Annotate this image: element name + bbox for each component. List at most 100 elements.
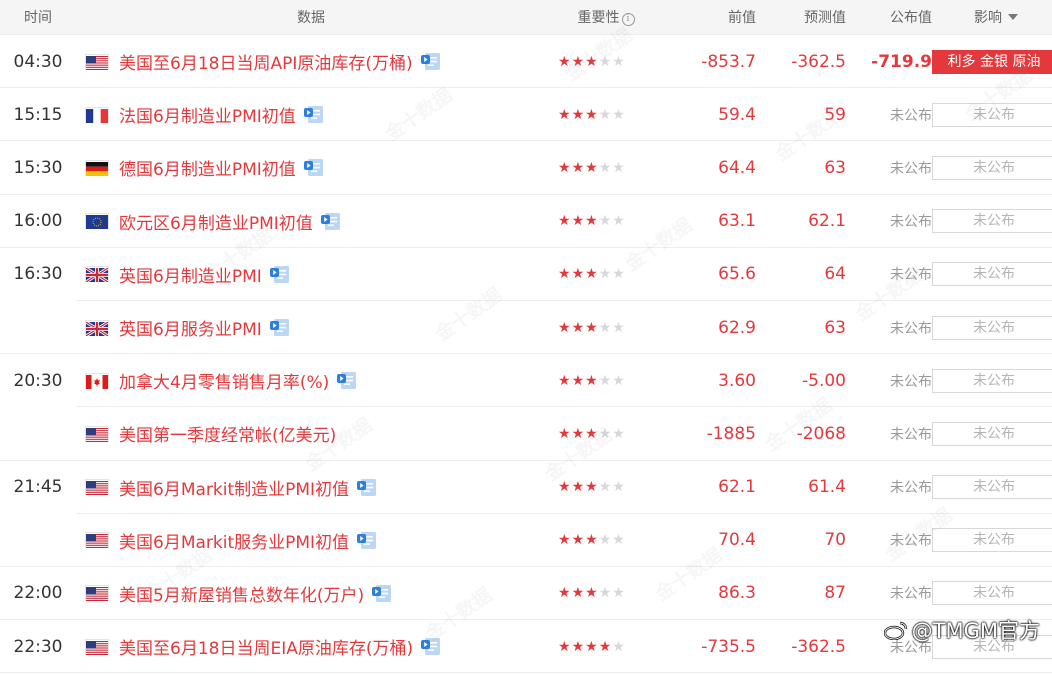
star-icon: ★ bbox=[612, 159, 625, 176]
event-title-link[interactable]: 美国至6月18日当周API原油库存(万桶) bbox=[119, 49, 413, 74]
data-chart-icon[interactable] bbox=[349, 531, 377, 550]
star-icon: ★ bbox=[571, 213, 585, 230]
previous-value: 62.1 bbox=[718, 477, 756, 498]
header-importance[interactable]: 重要性 i bbox=[546, 7, 666, 27]
event-title-link[interactable]: 美国6月Markit服务业PMI初值 bbox=[119, 528, 349, 553]
calendar-table-body: 04:30 美国至6月18日当周API原油库存(万桶) ★ ★ ★ ★ ★ -853.7 -36… bbox=[0, 35, 1052, 674]
importance-stars: ★ ★ ★ ★ ★ bbox=[546, 427, 666, 441]
event-title-link[interactable]: 美国至6月18日当周EIA原油库存(万桶) bbox=[119, 634, 413, 659]
forecast-value: 59 bbox=[824, 104, 846, 125]
forecast-value: 64 bbox=[824, 264, 846, 285]
header-effect-label: 影响 bbox=[974, 10, 1002, 26]
previous-value: 70.4 bbox=[718, 530, 756, 551]
previous-value: -853.7 bbox=[701, 51, 756, 72]
event-cell: 美国至6月18日当周EIA原油库存(万桶) bbox=[76, 634, 546, 659]
table-row[interactable]: 16:00 欧元区6月制造业PMI初值 ★ ★ ★ ★ ★ 63.1 62.1 未公布 未公布 bbox=[0, 195, 1052, 248]
info-icon[interactable]: i bbox=[621, 13, 635, 26]
event-time: 20:30 bbox=[13, 370, 63, 391]
star-icon: ★ bbox=[598, 372, 612, 389]
data-chart-icon[interactable] bbox=[262, 318, 290, 337]
data-chart-icon[interactable] bbox=[364, 584, 392, 603]
event-title-link[interactable]: 法国6月制造业PMI初值 bbox=[119, 102, 296, 127]
data-chart-icon[interactable] bbox=[413, 637, 441, 656]
star-icon: ★ bbox=[571, 266, 585, 283]
data-chart-icon[interactable] bbox=[413, 52, 441, 71]
importance-stars: ★ ★ ★ ★ ★ bbox=[546, 533, 666, 547]
actual-value: 未公布 bbox=[890, 320, 932, 337]
previous-value: 64.4 bbox=[718, 157, 756, 178]
flag-de-icon bbox=[86, 161, 108, 176]
star-icon: ★ bbox=[598, 213, 612, 230]
header-effect-filter[interactable]: 影响 bbox=[932, 7, 1052, 27]
star-icon: ★ bbox=[585, 106, 598, 123]
importance-stars: ★ ★ ★ ★ ★ bbox=[546, 108, 666, 122]
event-title-link[interactable]: 美国6月Markit制造业PMI初值 bbox=[119, 475, 349, 500]
event-cell: 德国6月制造业PMI初值 bbox=[76, 155, 546, 180]
row-divider bbox=[0, 672, 1052, 674]
forecast-value: -2068 bbox=[796, 423, 846, 444]
data-chart-icon[interactable] bbox=[296, 158, 324, 177]
event-title-link[interactable]: 欧元区6月制造业PMI初值 bbox=[119, 209, 313, 234]
star-icon: ★ bbox=[571, 479, 585, 496]
star-icon: ★ bbox=[558, 213, 571, 230]
event-title-link[interactable]: 美国5月新屋销售总数年化(万户) bbox=[119, 581, 364, 606]
effect-badge: 未公布 bbox=[932, 262, 1052, 287]
star-icon: ★ bbox=[585, 159, 598, 176]
event-title-link[interactable]: 英国6月制造业PMI bbox=[119, 262, 262, 287]
actual-value: 未公布 bbox=[890, 107, 932, 124]
star-icon: ★ bbox=[571, 585, 585, 602]
data-chart-icon[interactable] bbox=[329, 371, 357, 390]
star-icon: ★ bbox=[571, 372, 585, 389]
chevron-down-icon bbox=[1008, 14, 1018, 20]
star-icon: ★ bbox=[585, 638, 598, 655]
table-row[interactable]: 04:30 美国至6月18日当周API原油库存(万桶) ★ ★ ★ ★ ★ -853.7 -36… bbox=[0, 35, 1052, 89]
importance-stars: ★ ★ ★ ★ ★ bbox=[546, 480, 666, 494]
effect-badge: 未公布 bbox=[932, 368, 1052, 393]
star-icon: ★ bbox=[558, 319, 571, 336]
star-icon: ★ bbox=[598, 53, 612, 70]
star-icon: ★ bbox=[612, 479, 625, 496]
actual-value: 未公布 bbox=[890, 426, 932, 443]
table-row[interactable]: 20:30 加拿大4月零售销售月率(%) ★ ★ ★ ★ ★ 3.60 -5.00 未公布 未公布 bbox=[0, 354, 1052, 408]
header-previous: 前值 bbox=[728, 10, 756, 26]
event-title-link[interactable]: 美国第一季度经常帐(亿美元) bbox=[119, 421, 336, 446]
table-row[interactable]: 美国6月Markit服务业PMI初值 ★ ★ ★ ★ ★ 70.4 70 未公布 未公布 bbox=[0, 514, 1052, 567]
star-icon: ★ bbox=[598, 319, 612, 336]
star-icon: ★ bbox=[585, 372, 598, 389]
data-chart-icon[interactable] bbox=[313, 212, 341, 231]
star-icon: ★ bbox=[585, 585, 598, 602]
event-time: 15:15 bbox=[13, 104, 63, 125]
event-title-link[interactable]: 英国6月服务业PMI bbox=[119, 315, 262, 340]
data-chart-icon[interactable] bbox=[296, 105, 324, 124]
table-row[interactable]: 22:00 美国5月新屋销售总数年化(万户) ★ ★ ★ ★ ★ 86.3 87 未公布 未公布 bbox=[0, 567, 1052, 621]
event-cell: 英国6月制造业PMI bbox=[76, 262, 546, 287]
event-title-link[interactable]: 德国6月制造业PMI初值 bbox=[119, 155, 296, 180]
data-chart-icon[interactable] bbox=[262, 265, 290, 284]
table-row[interactable]: 15:30 德国6月制造业PMI初值 ★ ★ ★ ★ ★ 64.4 63 未公布 未公布 bbox=[0, 141, 1052, 195]
star-icon: ★ bbox=[585, 53, 598, 70]
header-actual: 公布值 bbox=[890, 10, 932, 26]
event-cell: 美国至6月18日当周API原油库存(万桶) bbox=[76, 49, 546, 74]
actual-value: 未公布 bbox=[890, 267, 932, 284]
flag-us-icon bbox=[86, 55, 108, 70]
star-icon: ★ bbox=[558, 425, 571, 442]
star-icon: ★ bbox=[612, 638, 625, 655]
star-icon: ★ bbox=[585, 266, 598, 283]
table-row[interactable]: 16:30 英国6月制造业PMI ★ ★ ★ ★ ★ 65.6 64 未公布 未公布 bbox=[0, 248, 1052, 301]
star-icon: ★ bbox=[558, 159, 571, 176]
data-chart-icon[interactable] bbox=[349, 478, 377, 497]
star-icon: ★ bbox=[612, 585, 625, 602]
forecast-value: -362.5 bbox=[791, 636, 846, 657]
flag-uk-icon bbox=[85, 320, 109, 337]
event-time: 16:00 bbox=[13, 211, 63, 232]
importance-stars: ★ ★ ★ ★ ★ bbox=[546, 586, 666, 600]
table-row[interactable]: 15:15 法国6月制造业PMI初值 ★ ★ ★ ★ ★ 59.4 59 未公布 未公布 bbox=[0, 88, 1052, 142]
importance-stars: ★ ★ ★ ★ ★ bbox=[546, 640, 666, 654]
star-icon: ★ bbox=[612, 53, 625, 70]
event-title-link[interactable]: 加拿大4月零售销售月率(%) bbox=[119, 368, 329, 393]
table-row[interactable]: 21:45 美国6月Markit制造业PMI初值 ★ ★ ★ ★ ★ 62.1 61.4 未公布未… bbox=[0, 461, 1052, 514]
table-row[interactable]: 美国第一季度经常帐(亿美元) ★ ★ ★ ★ ★ -1885 -2068 未公布 未公布 bbox=[0, 407, 1052, 461]
table-row[interactable]: 英国6月服务业PMI ★ ★ ★ ★ ★ 62.9 63 未公布 未公布 bbox=[0, 301, 1052, 355]
star-icon: ★ bbox=[598, 266, 612, 283]
previous-value: 63.1 bbox=[718, 211, 756, 232]
